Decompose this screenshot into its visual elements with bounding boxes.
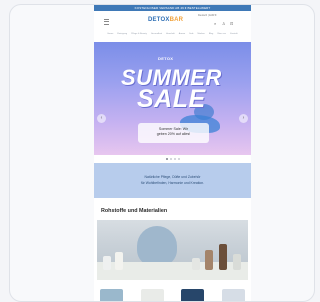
photo-jar: [219, 244, 227, 270]
product-thumbnail[interactable]: [100, 289, 123, 301]
photo-jar: [233, 254, 241, 270]
hero-brand-tag: DETOX: [158, 56, 174, 61]
main-navigation: Home Reinigung Pflege & Beauty Gesundheit Ha…: [94, 32, 251, 42]
search-icon[interactable]: ⌕: [214, 21, 216, 26]
nav-item[interactable]: Reinigung: [117, 32, 127, 42]
product-thumbnails: [100, 289, 245, 301]
logo-main: DETOX: [148, 17, 170, 23]
product-thumbnail[interactable]: [140, 289, 164, 301]
photo-jar: [103, 256, 111, 270]
photo-jar: [192, 258, 200, 270]
site-logo[interactable]: DETOXBAR: [148, 17, 183, 23]
nav-item[interactable]: Pflege & Beauty: [131, 32, 147, 42]
section-title: Rohstoffe und Materialien: [101, 208, 168, 214]
account-icon[interactable]: ♙: [222, 21, 226, 26]
info-band: Natürliche Pflege, Düfte und Zubehör für…: [94, 163, 251, 198]
slider-prev-icon[interactable]: ‹: [97, 114, 106, 123]
site-header: DETOXBAR Deutsch | EUR € ⌕ ♙ ⊡: [94, 11, 251, 32]
nav-item[interactable]: Home: [107, 32, 113, 42]
nav-item[interactable]: Marken: [198, 32, 205, 42]
slider-dot[interactable]: [177, 158, 180, 160]
nav-item[interactable]: Haushalt: [166, 32, 175, 42]
product-thumbnail[interactable]: [221, 289, 245, 301]
slider-dot[interactable]: [165, 158, 168, 160]
slider-dot[interactable]: [173, 158, 176, 160]
menu-icon[interactable]: [104, 19, 109, 25]
nav-item[interactable]: Gesundheit: [151, 32, 162, 42]
product-thumbnail[interactable]: [181, 289, 205, 301]
logo-accent: BAR: [169, 17, 184, 23]
slider-dots: [94, 155, 251, 163]
hero-promo-text: Sommer Sale: Wir geben 20% auf alles!: [138, 123, 209, 143]
nav-item[interactable]: Über uns: [217, 32, 226, 42]
materials-photo: [97, 220, 248, 280]
photo-jar: [115, 252, 123, 270]
web-page: KOSTENLOSER VERSAND AB 49 € BESTELLWERT …: [94, 5, 251, 301]
nav-item[interactable]: Kontakt: [230, 32, 237, 42]
browser-frame: KOSTENLOSER VERSAND AB 49 € BESTELLWERT …: [9, 4, 315, 302]
hero-headline-sale: SALE: [137, 85, 206, 113]
language-selector[interactable]: Deutsch | EUR €: [198, 14, 217, 17]
nav-item[interactable]: Aroma: [179, 32, 185, 42]
nav-item[interactable]: Blog: [209, 32, 213, 42]
hero-banner[interactable]: DETOX SUMMER SALE ‹ › Sommer Sale: Wir g…: [94, 42, 251, 155]
slider-next-icon[interactable]: ›: [239, 114, 248, 123]
slider-dot[interactable]: [169, 158, 172, 160]
photo-jar: [205, 250, 213, 270]
section-spacer: [94, 198, 251, 206]
nav-item[interactable]: Sale: [189, 32, 193, 42]
cart-icon[interactable]: ⊡: [230, 21, 233, 26]
photo-person: [137, 226, 177, 266]
